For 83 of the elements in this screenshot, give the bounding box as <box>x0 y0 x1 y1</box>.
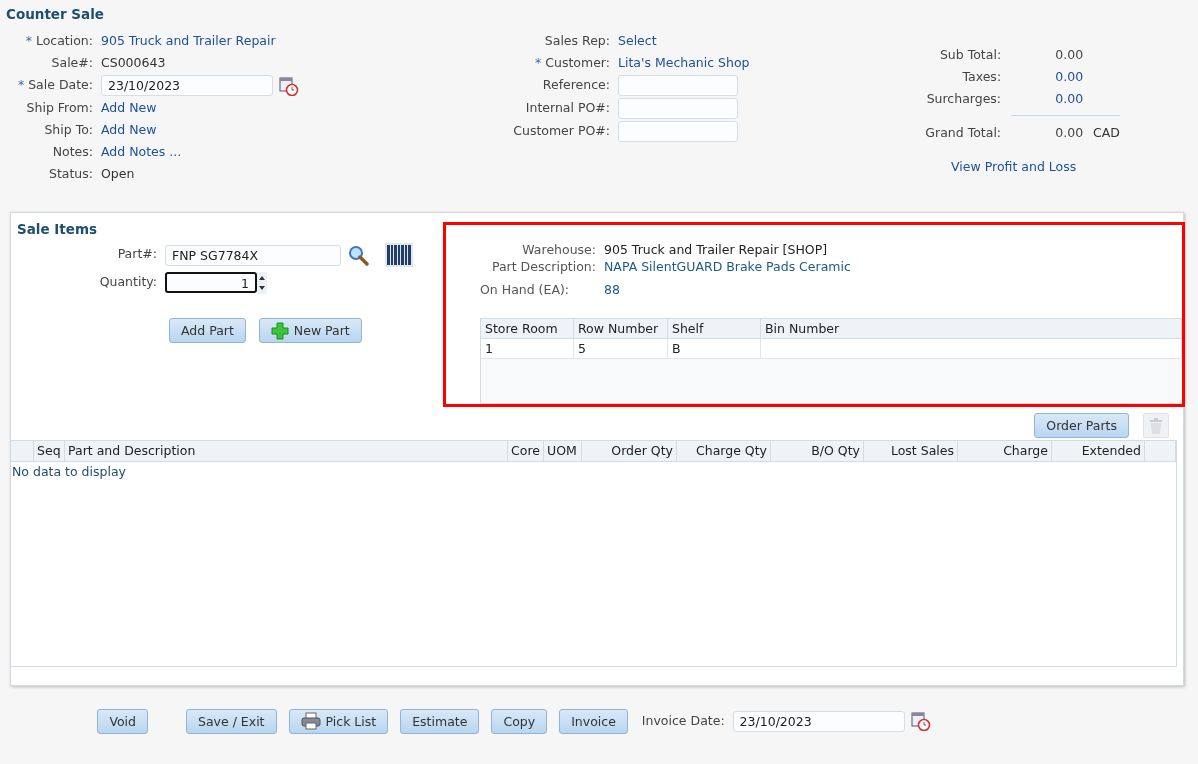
spinner-arrows-icon[interactable] <box>257 271 267 294</box>
field-value: 905 Truck and Trailer Repair [SHOP] <box>604 241 829 258</box>
plus-icon <box>270 321 289 340</box>
empty-message: No data to display <box>11 463 127 481</box>
date-field[interactable]: 23/10/2023 <box>101 75 273 96</box>
table-cell: 1 <box>481 339 574 359</box>
field-label: Part#: <box>116 245 157 263</box>
field-value: CS000643 <box>101 54 167 72</box>
field-label: Sale#: <box>50 54 93 72</box>
column-header: Charge <box>958 441 1052 461</box>
section-title: Sale Items <box>17 221 99 237</box>
quantity-field[interactable]: 1 <box>165 272 257 293</box>
total-label: Surcharges: <box>925 90 1002 108</box>
calendar-clock-icon[interactable] <box>910 711 931 731</box>
total-label: Taxes: <box>961 68 1002 86</box>
total-value: 0.00 <box>1054 46 1084 64</box>
total-label: Sub Total: <box>938 46 1002 64</box>
field-label: Reference: <box>541 76 610 94</box>
field-label: Invoice Date: <box>641 712 725 730</box>
total-label: Grand Total: <box>924 124 1002 142</box>
total-value[interactable]: 0.00 <box>1011 88 1084 110</box>
footer-button[interactable]: Pick List <box>288 708 389 734</box>
part-button[interactable]: New Part <box>258 318 362 343</box>
link[interactable]: Select <box>618 30 750 52</box>
column-header: Part and Description <box>65 441 508 461</box>
table-cell: B <box>668 339 761 359</box>
total-value[interactable]: 0.00 <box>1011 66 1084 88</box>
text-field[interactable] <box>618 75 738 96</box>
footer-button[interactable]: Void <box>97 708 148 734</box>
footer-button[interactable]: Save / Exit <box>186 708 277 734</box>
link[interactable]: Add Notes ... <box>101 141 400 163</box>
column-header: Shelf <box>668 319 761 339</box>
link[interactable]: Add New <box>101 97 400 119</box>
field-value: 88 <box>604 281 621 298</box>
search-icon[interactable] <box>347 244 369 266</box>
page-title: Counter Sale <box>5 6 105 24</box>
order-parts-button[interactable]: Order Parts <box>1034 413 1129 438</box>
column-header: Core <box>508 441 544 461</box>
part-button[interactable]: Add Part <box>169 318 246 343</box>
field-label: Quantity: <box>98 273 157 291</box>
column-header: Order Qty <box>582 441 677 461</box>
link[interactable]: 905 Truck and Trailer Repair <box>101 30 400 52</box>
column-header: Bin Number <box>761 319 1182 339</box>
calendar-clock-icon[interactable] <box>279 75 299 96</box>
field-label: On Hand (EA): <box>479 281 571 298</box>
column-header: UOM <box>544 441 582 461</box>
currency-code: CAD <box>1093 124 1120 142</box>
footer-button[interactable]: Copy <box>491 708 548 734</box>
field-label: Warehouse: <box>521 241 596 258</box>
field-label: Internal PO#: <box>524 99 610 117</box>
column-header: Store Room <box>481 319 574 339</box>
field-label: Part Description: <box>490 258 596 275</box>
field-label: * Location: <box>24 32 93 50</box>
footer-button[interactable]: Invoice <box>559 708 628 734</box>
text-field[interactable] <box>618 121 738 142</box>
invoice-date-field[interactable]: 23/10/2023 <box>732 710 905 732</box>
field-label: Sales Rep: <box>543 32 610 50</box>
link[interactable]: Lita's Mechanic Shop <box>618 52 750 74</box>
part-number-field[interactable]: FNP SG7784X <box>165 244 341 266</box>
profit-loss-link[interactable]: View Profit and Loss <box>951 156 1077 178</box>
grand-total-value: 0.00 <box>1054 124 1084 142</box>
barcode-icon[interactable] <box>385 243 413 267</box>
field-label: * Customer: <box>534 54 610 72</box>
column-header: Seq <box>34 441 65 461</box>
text-field[interactable] <box>618 98 738 119</box>
table-cell: 5 <box>574 339 668 359</box>
field-value: Open <box>101 165 136 183</box>
field-label: Notes: <box>51 143 93 161</box>
field-label: Ship From: <box>25 99 93 117</box>
column-header: Charge Qty <box>677 441 771 461</box>
field-value: NAPA SilentGUARD Brake Pads Ceramic <box>604 258 852 275</box>
field-label: Customer PO#: <box>512 122 610 140</box>
field-label: Status: <box>47 165 93 183</box>
field-label: Ship To: <box>43 121 93 139</box>
column-header: Lost Sales <box>864 441 958 461</box>
link[interactable]: Add New <box>101 119 400 141</box>
column-header: Row Number <box>574 319 668 339</box>
footer-button[interactable]: Estimate <box>400 708 480 734</box>
printer-icon <box>300 712 321 730</box>
field-label: * Sale Date: <box>16 76 93 94</box>
column-header: Extended <box>1052 441 1145 461</box>
column-header: B/O Qty <box>771 441 864 461</box>
trash-icon <box>1149 417 1163 434</box>
